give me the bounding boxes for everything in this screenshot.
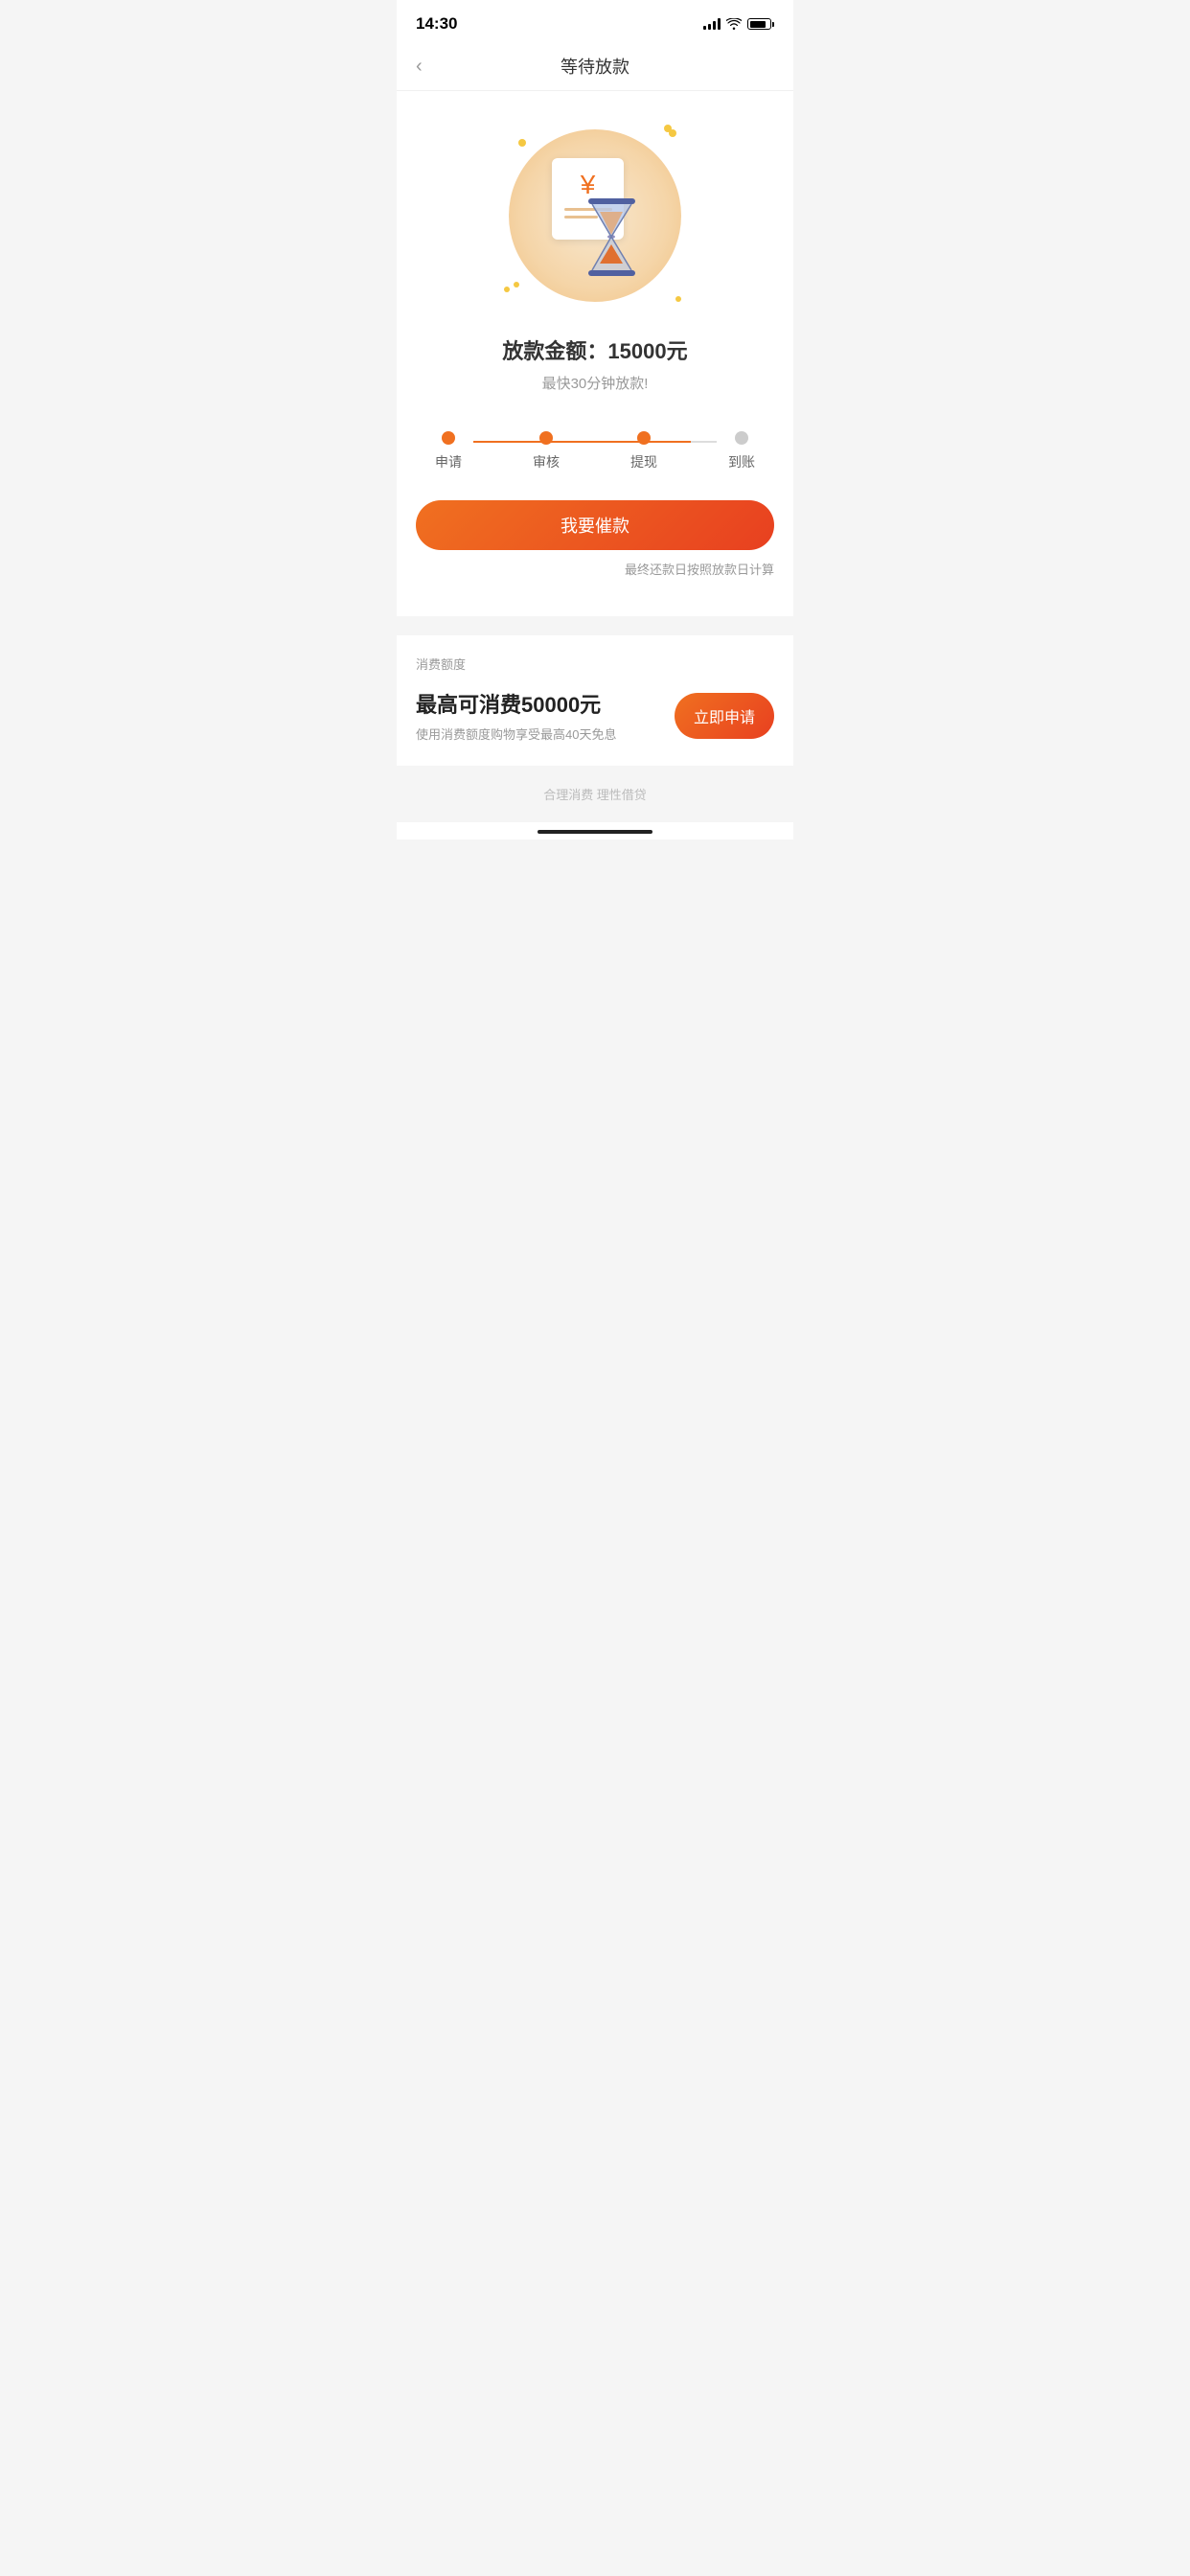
illustration-circle: ¥ bbox=[509, 129, 681, 302]
status-bar: 14:30 bbox=[397, 0, 793, 42]
battery-icon bbox=[747, 18, 774, 30]
step-label-received: 到账 bbox=[728, 452, 755, 472]
steps-row: 申请 审核 提现 到账 bbox=[435, 431, 755, 472]
credit-section-label: 消费额度 bbox=[416, 655, 774, 673]
cta-note: 最终还款日按照放款日计算 bbox=[416, 560, 774, 578]
hourglass-icon bbox=[581, 196, 643, 278]
credit-info: 最高可消费50000元 使用消费额度购物享受最高40天免息 bbox=[416, 688, 675, 743]
status-icons bbox=[703, 18, 774, 30]
step-apply: 申请 bbox=[435, 431, 462, 472]
section-divider bbox=[397, 626, 793, 635]
back-button[interactable]: ‹ bbox=[416, 56, 423, 78]
hourglass-wrapper: ¥ bbox=[542, 153, 648, 278]
step-received: 到账 bbox=[728, 431, 755, 472]
decorative-dot-bl bbox=[504, 287, 510, 292]
credit-section: 消费额度 最高可消费50000元 使用消费额度购物享受最高40天免息 立即申请 bbox=[397, 635, 793, 766]
nav-bar: ‹ 等待放款 bbox=[397, 42, 793, 91]
status-time: 14:30 bbox=[416, 14, 457, 34]
apply-now-button[interactable]: 立即申请 bbox=[675, 693, 774, 739]
signal-icon bbox=[703, 18, 721, 30]
step-label-apply: 申请 bbox=[435, 452, 462, 472]
credit-amount: 最高可消费50000元 bbox=[416, 688, 675, 719]
cta-section: 我要催款 最终还款日按照放款日计算 bbox=[416, 500, 774, 587]
step-dot-withdraw bbox=[637, 431, 651, 445]
home-indicator bbox=[397, 822, 793, 840]
illustration-area: ¥ bbox=[416, 120, 774, 311]
amount-section: 放款金额：15000元 最快30分钟放款! bbox=[416, 334, 774, 393]
step-label-withdraw: 提现 bbox=[630, 452, 657, 472]
illustration-container: ¥ bbox=[490, 120, 700, 311]
step-dot-received bbox=[735, 431, 748, 445]
step-withdraw: 提现 bbox=[630, 431, 657, 472]
step-dot-review bbox=[539, 431, 553, 445]
decorative-dot-tl bbox=[518, 139, 526, 147]
credit-main-row: 最高可消费50000元 使用消费额度购物享受最高40天免息 立即申请 bbox=[416, 688, 774, 743]
step-review: 审核 bbox=[533, 431, 560, 472]
home-bar bbox=[538, 830, 652, 834]
amount-subtitle: 最快30分钟放款! bbox=[416, 373, 774, 393]
credit-desc: 使用消费额度购物享受最高40天免息 bbox=[416, 724, 675, 743]
main-content: ¥ bbox=[397, 91, 793, 616]
wifi-icon bbox=[726, 18, 742, 30]
nav-title: 等待放款 bbox=[561, 54, 629, 79]
amount-title: 放款金额：15000元 bbox=[416, 334, 774, 365]
step-dot-apply bbox=[442, 431, 455, 445]
footer-note: 合理消费 理性借贷 bbox=[397, 766, 793, 822]
urge-payment-button[interactable]: 我要催款 bbox=[416, 500, 774, 550]
decorative-dot-br bbox=[675, 296, 681, 302]
step-label-review: 审核 bbox=[533, 452, 560, 472]
progress-section: 申请 审核 提现 到账 bbox=[416, 422, 774, 500]
